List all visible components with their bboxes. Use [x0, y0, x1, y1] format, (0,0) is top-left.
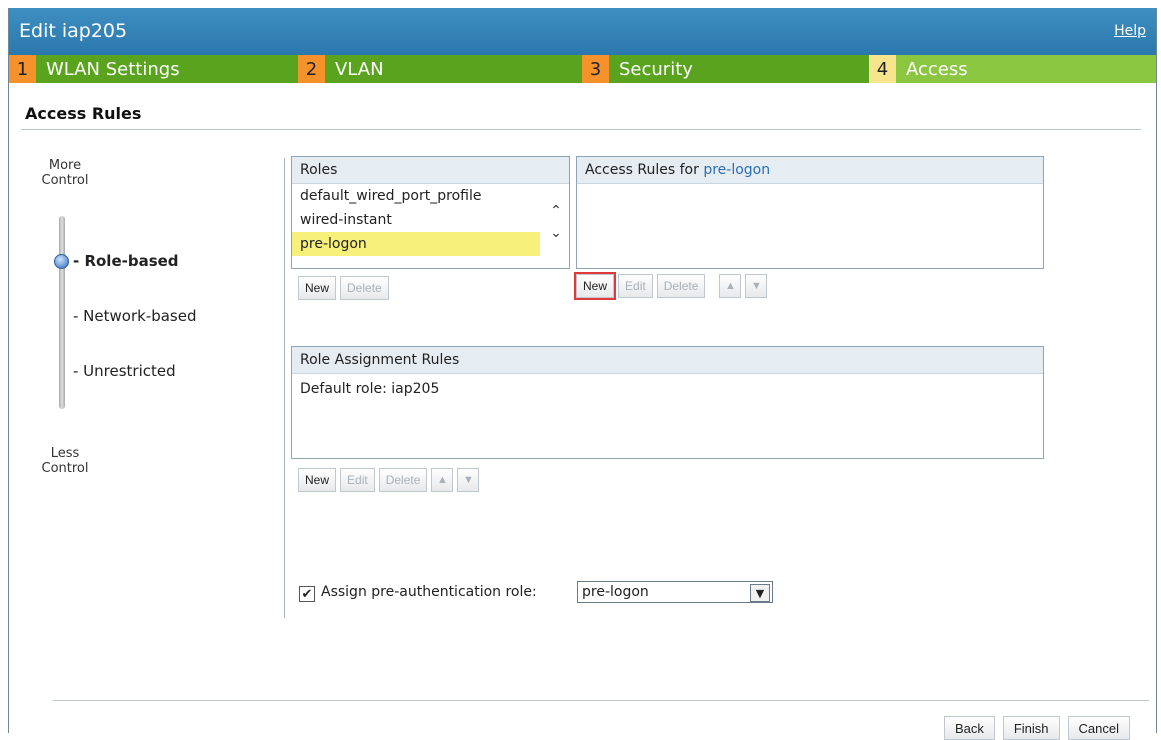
access-rules-role-name: pre-logon	[703, 162, 771, 178]
step-label: VLAN	[335, 58, 384, 80]
assignment-edit-button[interactable]: Edit	[340, 468, 375, 492]
roles-header: Roles	[292, 157, 569, 184]
dialog-title: Edit iap205	[19, 20, 128, 42]
step-vlan[interactable]: 2 VLAN	[298, 55, 582, 83]
preauth-label: Assign pre-authentication role:	[321, 584, 537, 600]
step-security[interactable]: 3 Security	[582, 55, 869, 83]
role-assignment-box: Role Assignment Rules Default role: iap2…	[291, 346, 1044, 459]
access-rules-new-button[interactable]: New	[573, 272, 617, 300]
assignment-delete-button[interactable]: Delete	[378, 468, 428, 492]
footer-actions: Back Finish Cancel	[943, 716, 1130, 740]
roles-actions: New Delete	[298, 276, 389, 300]
move-down-icon[interactable]: ▼	[745, 274, 768, 298]
default-role-text: Default role: iap205	[300, 381, 440, 397]
step-label: WLAN Settings	[46, 58, 180, 80]
preauth-checkbox[interactable]: ✔	[299, 586, 315, 602]
access-rules-actions: New Edit Delete ▲ ▼	[573, 272, 768, 300]
role-item[interactable]: default_wired_port_profile	[292, 184, 540, 208]
assignment-new-button[interactable]: New	[298, 468, 337, 492]
step-number: 4	[869, 55, 896, 83]
step-number: 2	[298, 55, 325, 83]
control-slider-panel: More Control - Role-based - Network-base…	[29, 158, 269, 488]
cancel-button[interactable]: Cancel	[1067, 716, 1130, 740]
chevron-down-icon: ▼	[750, 584, 770, 602]
role-item[interactable]: wired-instant	[292, 208, 540, 232]
option-unrestricted[interactable]: - Unrestricted	[73, 362, 176, 380]
option-network-based[interactable]: - Network-based	[73, 307, 197, 325]
scroll-down-icon[interactable]: ⌄	[549, 225, 563, 241]
more-control-label: More Control	[41, 158, 89, 188]
vertical-divider	[284, 158, 285, 618]
option-role-based[interactable]: - Role-based	[73, 252, 179, 270]
access-rules-header: Access Rules for pre-logon	[577, 157, 1043, 184]
roles-delete-button[interactable]: Delete	[340, 276, 389, 300]
step-label: Access	[906, 58, 968, 80]
back-button[interactable]: Back	[943, 716, 995, 740]
move-down-icon[interactable]: ▼	[457, 468, 480, 492]
step-wlan-settings[interactable]: 1 WLAN Settings	[9, 55, 298, 83]
access-rules-box: Access Rules for pre-logon	[576, 156, 1044, 269]
role-item-selected[interactable]: pre-logon	[292, 232, 540, 256]
move-up-icon[interactable]: ▲	[719, 274, 742, 298]
preauth-role-select[interactable]: pre-logon ▼	[577, 581, 773, 603]
slider-knob[interactable]	[54, 254, 69, 269]
step-number: 1	[9, 55, 36, 83]
edit-dialog: Edit iap205 Help 1 WLAN Settings 2 VLAN …	[8, 8, 1157, 740]
less-control-label: Less Control	[41, 446, 89, 476]
dialog-titlebar: Edit iap205 Help	[9, 8, 1156, 55]
preauth-role-value: pre-logon	[582, 584, 649, 600]
section-divider	[21, 129, 1141, 130]
wizard-steps: 1 WLAN Settings 2 VLAN 3 Security 4 Acce…	[9, 55, 1156, 83]
move-up-icon[interactable]: ▲	[431, 468, 454, 492]
access-rules-delete-button[interactable]: Delete	[656, 274, 706, 298]
roles-box: Roles default_wired_port_profile wired-i…	[291, 156, 570, 269]
access-rules-edit-button[interactable]: Edit	[618, 274, 653, 298]
step-access[interactable]: 4 Access	[869, 55, 1156, 83]
access-rules-header-label: Access Rules for	[585, 162, 699, 178]
roles-new-button[interactable]: New	[298, 276, 337, 300]
finish-button[interactable]: Finish	[1002, 716, 1060, 740]
role-assignment-header: Role Assignment Rules	[292, 347, 1043, 374]
section-title: Access Rules	[25, 104, 142, 123]
roles-list: default_wired_port_profile wired-instant…	[292, 184, 569, 268]
step-number: 3	[582, 55, 609, 83]
footer-divider	[53, 700, 1149, 701]
control-slider-track[interactable]	[59, 216, 65, 409]
scroll-up-icon[interactable]: ⌃	[549, 203, 563, 219]
role-assignment-actions: New Edit Delete ▲ ▼	[298, 468, 480, 492]
help-link[interactable]: Help	[1114, 23, 1146, 39]
step-label: Security	[619, 58, 693, 80]
